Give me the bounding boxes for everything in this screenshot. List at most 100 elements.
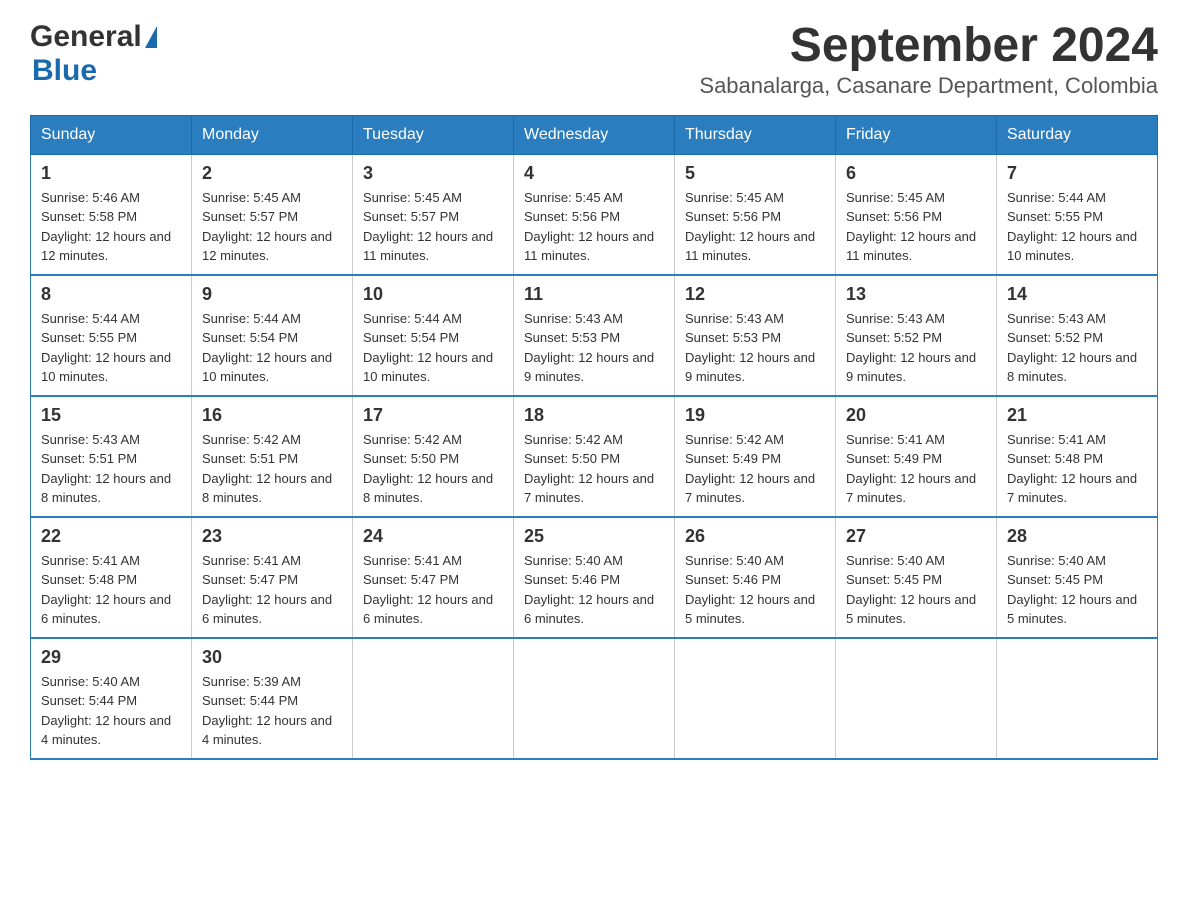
calendar-cell: 17 Sunrise: 5:42 AMSunset: 5:50 PMDaylig… (353, 396, 514, 517)
day-number: 17 (363, 405, 503, 426)
day-number: 28 (1007, 526, 1147, 547)
day-number: 13 (846, 284, 986, 305)
day-info: Sunrise: 5:45 AMSunset: 5:57 PMDaylight:… (202, 190, 332, 264)
day-info: Sunrise: 5:41 AMSunset: 5:47 PMDaylight:… (363, 553, 493, 627)
calendar-cell: 6 Sunrise: 5:45 AMSunset: 5:56 PMDayligh… (836, 154, 997, 275)
calendar-cell: 8 Sunrise: 5:44 AMSunset: 5:55 PMDayligh… (31, 275, 192, 396)
calendar-cell: 12 Sunrise: 5:43 AMSunset: 5:53 PMDaylig… (675, 275, 836, 396)
calendar-week-row: 22 Sunrise: 5:41 AMSunset: 5:48 PMDaylig… (31, 517, 1158, 638)
calendar-cell: 24 Sunrise: 5:41 AMSunset: 5:47 PMDaylig… (353, 517, 514, 638)
calendar-cell: 29 Sunrise: 5:40 AMSunset: 5:44 PMDaylig… (31, 638, 192, 759)
day-number: 2 (202, 163, 342, 184)
calendar-cell: 25 Sunrise: 5:40 AMSunset: 5:46 PMDaylig… (514, 517, 675, 638)
day-of-week-thursday: Thursday (675, 115, 836, 154)
calendar-cell: 27 Sunrise: 5:40 AMSunset: 5:45 PMDaylig… (836, 517, 997, 638)
day-info: Sunrise: 5:40 AMSunset: 5:45 PMDaylight:… (1007, 553, 1137, 627)
calendar-cell: 21 Sunrise: 5:41 AMSunset: 5:48 PMDaylig… (997, 396, 1158, 517)
day-info: Sunrise: 5:45 AMSunset: 5:56 PMDaylight:… (685, 190, 815, 264)
day-info: Sunrise: 5:40 AMSunset: 5:46 PMDaylight:… (685, 553, 815, 627)
month-year-title: September 2024 (699, 20, 1158, 73)
calendar-cell: 16 Sunrise: 5:42 AMSunset: 5:51 PMDaylig… (192, 396, 353, 517)
day-number: 20 (846, 405, 986, 426)
day-info: Sunrise: 5:44 AMSunset: 5:55 PMDaylight:… (41, 311, 171, 385)
day-info: Sunrise: 5:42 AMSunset: 5:50 PMDaylight:… (524, 432, 654, 506)
day-info: Sunrise: 5:41 AMSunset: 5:48 PMDaylight:… (41, 553, 171, 627)
calendar-cell: 1 Sunrise: 5:46 AMSunset: 5:58 PMDayligh… (31, 154, 192, 275)
day-of-week-monday: Monday (192, 115, 353, 154)
calendar-cell: 7 Sunrise: 5:44 AMSunset: 5:55 PMDayligh… (997, 154, 1158, 275)
day-info: Sunrise: 5:42 AMSunset: 5:50 PMDaylight:… (363, 432, 493, 506)
day-info: Sunrise: 5:45 AMSunset: 5:57 PMDaylight:… (363, 190, 493, 264)
day-info: Sunrise: 5:43 AMSunset: 5:51 PMDaylight:… (41, 432, 171, 506)
calendar-cell: 22 Sunrise: 5:41 AMSunset: 5:48 PMDaylig… (31, 517, 192, 638)
day-of-week-tuesday: Tuesday (353, 115, 514, 154)
calendar-cell: 4 Sunrise: 5:45 AMSunset: 5:56 PMDayligh… (514, 154, 675, 275)
day-info: Sunrise: 5:39 AMSunset: 5:44 PMDaylight:… (202, 674, 332, 748)
day-number: 5 (685, 163, 825, 184)
day-info: Sunrise: 5:44 AMSunset: 5:55 PMDaylight:… (1007, 190, 1137, 264)
calendar-cell: 5 Sunrise: 5:45 AMSunset: 5:56 PMDayligh… (675, 154, 836, 275)
day-info: Sunrise: 5:44 AMSunset: 5:54 PMDaylight:… (363, 311, 493, 385)
calendar-cell: 18 Sunrise: 5:42 AMSunset: 5:50 PMDaylig… (514, 396, 675, 517)
calendar-cell: 2 Sunrise: 5:45 AMSunset: 5:57 PMDayligh… (192, 154, 353, 275)
day-number: 8 (41, 284, 181, 305)
day-of-week-wednesday: Wednesday (514, 115, 675, 154)
day-number: 19 (685, 405, 825, 426)
day-number: 4 (524, 163, 664, 184)
day-number: 26 (685, 526, 825, 547)
logo-blue-text: Blue (32, 54, 97, 87)
calendar-cell: 9 Sunrise: 5:44 AMSunset: 5:54 PMDayligh… (192, 275, 353, 396)
day-number: 23 (202, 526, 342, 547)
day-number: 15 (41, 405, 181, 426)
day-info: Sunrise: 5:46 AMSunset: 5:58 PMDaylight:… (41, 190, 171, 264)
day-info: Sunrise: 5:43 AMSunset: 5:53 PMDaylight:… (524, 311, 654, 385)
title-block: September 2024 Sabanalarga, Casanare Dep… (699, 20, 1158, 99)
calendar-cell (836, 638, 997, 759)
day-number: 12 (685, 284, 825, 305)
day-number: 3 (363, 163, 503, 184)
day-info: Sunrise: 5:44 AMSunset: 5:54 PMDaylight:… (202, 311, 332, 385)
day-info: Sunrise: 5:41 AMSunset: 5:47 PMDaylight:… (202, 553, 332, 627)
logo-arrow-icon (145, 26, 157, 48)
calendar-cell: 30 Sunrise: 5:39 AMSunset: 5:44 PMDaylig… (192, 638, 353, 759)
day-info: Sunrise: 5:42 AMSunset: 5:49 PMDaylight:… (685, 432, 815, 506)
day-of-week-saturday: Saturday (997, 115, 1158, 154)
day-number: 14 (1007, 284, 1147, 305)
day-number: 16 (202, 405, 342, 426)
page-header: General Blue September 2024 Sabanalarga,… (30, 20, 1158, 99)
day-info: Sunrise: 5:40 AMSunset: 5:45 PMDaylight:… (846, 553, 976, 627)
calendar-week-row: 29 Sunrise: 5:40 AMSunset: 5:44 PMDaylig… (31, 638, 1158, 759)
day-number: 10 (363, 284, 503, 305)
day-info: Sunrise: 5:41 AMSunset: 5:49 PMDaylight:… (846, 432, 976, 506)
day-number: 7 (1007, 163, 1147, 184)
day-number: 6 (846, 163, 986, 184)
logo-general-text: General (30, 20, 142, 54)
day-info: Sunrise: 5:43 AMSunset: 5:52 PMDaylight:… (846, 311, 976, 385)
day-info: Sunrise: 5:45 AMSunset: 5:56 PMDaylight:… (846, 190, 976, 264)
day-info: Sunrise: 5:45 AMSunset: 5:56 PMDaylight:… (524, 190, 654, 264)
day-number: 24 (363, 526, 503, 547)
day-number: 1 (41, 163, 181, 184)
day-number: 18 (524, 405, 664, 426)
calendar-cell: 26 Sunrise: 5:40 AMSunset: 5:46 PMDaylig… (675, 517, 836, 638)
day-number: 27 (846, 526, 986, 547)
day-number: 29 (41, 647, 181, 668)
calendar-week-row: 1 Sunrise: 5:46 AMSunset: 5:58 PMDayligh… (31, 154, 1158, 275)
calendar-week-row: 15 Sunrise: 5:43 AMSunset: 5:51 PMDaylig… (31, 396, 1158, 517)
day-info: Sunrise: 5:40 AMSunset: 5:46 PMDaylight:… (524, 553, 654, 627)
day-info: Sunrise: 5:43 AMSunset: 5:52 PMDaylight:… (1007, 311, 1137, 385)
calendar-cell: 19 Sunrise: 5:42 AMSunset: 5:49 PMDaylig… (675, 396, 836, 517)
calendar-cell (514, 638, 675, 759)
day-number: 9 (202, 284, 342, 305)
calendar-cell: 10 Sunrise: 5:44 AMSunset: 5:54 PMDaylig… (353, 275, 514, 396)
calendar-cell: 28 Sunrise: 5:40 AMSunset: 5:45 PMDaylig… (997, 517, 1158, 638)
calendar-header-row: SundayMondayTuesdayWednesdayThursdayFrid… (31, 115, 1158, 154)
calendar-table: SundayMondayTuesdayWednesdayThursdayFrid… (30, 115, 1158, 760)
day-number: 22 (41, 526, 181, 547)
day-of-week-sunday: Sunday (31, 115, 192, 154)
day-info: Sunrise: 5:41 AMSunset: 5:48 PMDaylight:… (1007, 432, 1137, 506)
day-number: 25 (524, 526, 664, 547)
calendar-cell (675, 638, 836, 759)
calendar-cell: 20 Sunrise: 5:41 AMSunset: 5:49 PMDaylig… (836, 396, 997, 517)
day-of-week-friday: Friday (836, 115, 997, 154)
